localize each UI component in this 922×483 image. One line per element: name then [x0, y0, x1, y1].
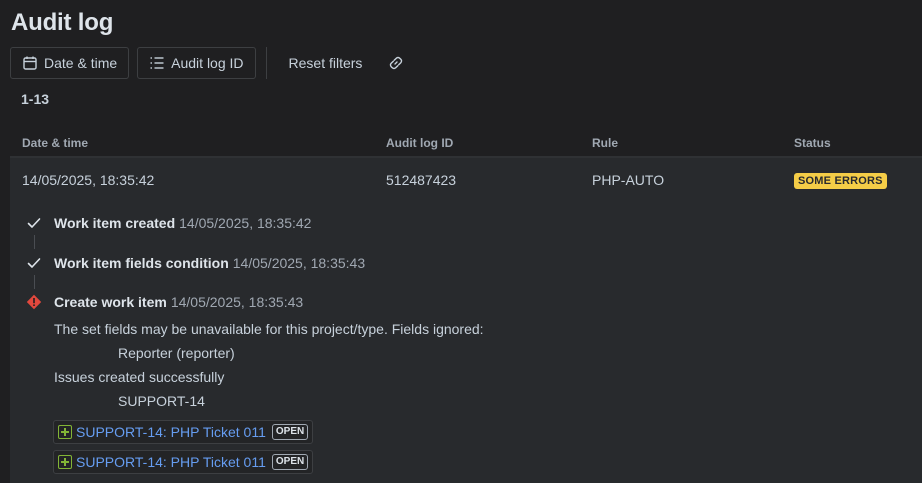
link-icon [388, 55, 404, 71]
toolbar-divider [265, 47, 267, 79]
issue-status-lozenge: OPEN [271, 424, 309, 440]
results-count: 1-13 [21, 91, 50, 107]
audit-log-id-filter-button[interactable]: Audit log ID [137, 47, 256, 79]
error-diamond-icon [26, 294, 42, 310]
step-time: 14/05/2025, 18:35:43 [170, 294, 304, 310]
issue-link-chip[interactable]: SUPPORT-14: PHP Ticket 011 OPEN [53, 420, 314, 444]
step-message: Issues created successfully [54, 369, 225, 385]
column-header-audit-log-id[interactable]: Audit log ID [386, 136, 453, 150]
date-time-filter-button[interactable]: Date & time [10, 47, 130, 79]
step-message: The set fields may be unavailable for th… [54, 321, 484, 337]
status-badge: SOME ERRORS [794, 173, 887, 189]
check-icon [26, 215, 42, 231]
list-icon [149, 55, 165, 71]
issue-link[interactable]: SUPPORT-14: PHP Ticket 011 [76, 454, 266, 470]
issue-status-lozenge: OPEN [271, 454, 309, 470]
issue-link[interactable]: SUPPORT-14: PHP Ticket 011 [76, 424, 266, 440]
audit-log-id-filter-label: Audit log ID [171, 55, 244, 71]
page-title: Audit log [11, 9, 114, 36]
column-header-date[interactable]: Date & time [22, 136, 88, 150]
step-title: Work item created [54, 215, 176, 231]
copy-link-button[interactable] [382, 47, 410, 79]
step-time: 14/05/2025, 18:35:42 [179, 215, 312, 231]
check-icon [26, 255, 42, 271]
step-create-work-item: Create work item 14/05/2025, 18:35:43 [26, 292, 303, 312]
row-audit-log-id: 512487423 [386, 172, 457, 188]
step-time: 14/05/2025, 18:35:43 [232, 255, 366, 271]
date-time-filter-label: Date & time [44, 55, 118, 71]
add-issue-icon [58, 455, 72, 469]
step-fields-condition: Work item fields condition 14/05/2025, 1… [26, 253, 365, 273]
column-header-status[interactable]: Status [794, 136, 831, 150]
step-title: Work item fields condition [54, 255, 229, 271]
step-title: Create work item [54, 294, 167, 310]
issue-link-chip[interactable]: SUPPORT-14: PHP Ticket 011 OPEN [53, 450, 314, 474]
step-connector [34, 235, 35, 249]
table-row-expanded[interactable]: 14/05/2025, 18:35:42 512487423 PHP-AUTO … [10, 158, 922, 483]
calendar-icon [22, 55, 38, 71]
column-header-rule[interactable]: Rule [592, 136, 618, 150]
table-header: Date & time Audit log ID Rule Status [10, 128, 922, 158]
row-date: 14/05/2025, 18:35:42 [22, 172, 155, 188]
reset-filters-label: Reset filters [288, 55, 363, 71]
step-connector [34, 275, 35, 289]
row-rule: PHP-AUTO [592, 172, 665, 188]
step-message-detail: SUPPORT-14 [118, 393, 205, 409]
reset-filters-button[interactable]: Reset filters [279, 47, 373, 79]
step-work-item-created: Work item created 14/05/2025, 18:35:42 [26, 213, 311, 233]
filter-toolbar: Date & time Audit log ID Reset filters [10, 47, 418, 79]
add-issue-icon [58, 425, 72, 439]
step-message-detail: Reporter (reporter) [118, 345, 235, 361]
